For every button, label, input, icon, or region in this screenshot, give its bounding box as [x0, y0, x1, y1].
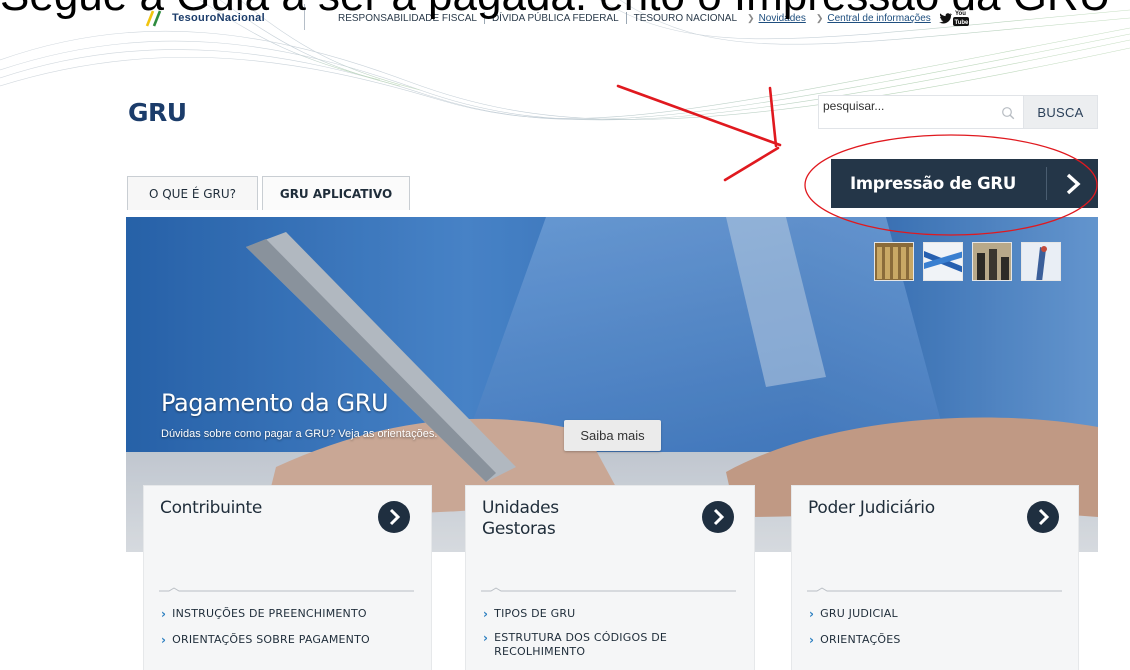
card-links: › GRU JUDICIAL › ORIENTAÇÕES	[809, 607, 1050, 659]
card-divider	[159, 587, 414, 592]
chevron-right-icon: ›	[483, 607, 489, 621]
card-link[interactable]: › ORIENTAÇÕES SOBRE PAGAMENTO	[161, 633, 402, 647]
card-link-label: ORIENTAÇÕES SOBRE PAGAMENTO	[172, 633, 370, 646]
card-link[interactable]: › GRU JUDICIAL	[809, 607, 1050, 621]
card-divider	[807, 587, 1062, 592]
card-title-line: Unidades	[482, 498, 559, 518]
card-link[interactable]: › ESTRUTURA DOS CÓDIGOS DE RECOLHIMENTO	[483, 631, 724, 659]
card-link-label: TIPOS DE GRU	[494, 607, 576, 620]
books-thumbnail[interactable]	[874, 242, 914, 281]
chevron-right-icon: ›	[161, 607, 167, 621]
chevron-right-icon	[1047, 159, 1098, 208]
hero-title: Pagamento da GRU	[161, 389, 389, 417]
hero-subtitle: Dúvidas sobre como pagar a GRU? Veja as …	[161, 428, 438, 440]
tab-o-que-e-gru[interactable]: O QUE É GRU?	[127, 176, 258, 210]
search-placeholder: pesquisar...	[823, 99, 885, 113]
tab-gru-aplicativo[interactable]: GRU APLICATIVO	[262, 176, 410, 210]
card-unidades-gestoras: Unidades Gestoras › TIPOS DE GRU › ESTRUTUR…	[466, 486, 754, 670]
card-divider	[481, 587, 736, 592]
building-thumbnail[interactable]	[972, 242, 1012, 281]
card-poder-judiciario: Poder Judiciário › GRU JUDICIAL › ORIENTAÇ…	[792, 486, 1078, 670]
chevron-right-icon: ›	[809, 607, 815, 621]
saiba-mais-button[interactable]: Saiba mais	[564, 420, 661, 451]
search-button[interactable]: BUSCA	[1024, 95, 1098, 129]
chevron-right-circle-icon[interactable]	[377, 500, 411, 534]
card-link-label: GRU JUDICIAL	[820, 607, 898, 620]
hero-thumbnails	[874, 242, 1061, 281]
search-input[interactable]: pesquisar...	[818, 95, 1024, 129]
card-title: Unidades Gestoras	[482, 498, 559, 540]
impressao-gru-button[interactable]: Impressão de GRU	[831, 159, 1098, 208]
card-link[interactable]: › ORIENTAÇÕES	[809, 633, 1050, 647]
card-contribuinte: Contribuinte › INSTRUÇÕES DE PREENCHIMENT…	[144, 486, 431, 670]
card-title-line: Poder Judiciário	[808, 498, 935, 518]
card-title-line: Contribuinte	[160, 498, 263, 518]
card-links: › TIPOS DE GRU › ESTRUTURA DOS CÓDIGOS DE …	[483, 607, 724, 669]
chevron-right-icon: ›	[161, 633, 167, 647]
figure-thumbnail[interactable]	[1021, 242, 1061, 281]
chevron-right-circle-icon[interactable]	[1026, 500, 1060, 534]
card-link-label: ESTRUTURA DOS CÓDIGOS DE RECOLHIMENTO	[494, 631, 668, 658]
card-title: Contribuinte	[160, 498, 262, 519]
card-link[interactable]: › TIPOS DE GRU	[483, 607, 724, 621]
chevron-right-icon: ›	[483, 631, 489, 645]
card-link-label: INSTRUÇÕES DE PREENCHIMENTO	[172, 607, 367, 620]
card-links: › INSTRUÇÕES DE PREENCHIMENTO › ORIENTAÇÕE…	[161, 607, 402, 659]
flag-thumbnail[interactable]	[923, 242, 963, 281]
page-title: GRU	[128, 98, 187, 127]
search-bar: pesquisar... BUSCA	[818, 95, 1098, 129]
search-icon[interactable]	[1001, 106, 1015, 120]
overlay-caption: Segue a Guia a ser a pagada. ento o Impr…	[0, 0, 1130, 22]
card-title-line: Gestoras	[482, 519, 556, 539]
card-link-label: ORIENTAÇÕES	[820, 633, 901, 646]
card-title: Poder Judiciário	[808, 498, 935, 519]
chevron-right-circle-icon[interactable]	[701, 500, 735, 534]
impressao-gru-label: Impressão de GRU	[850, 174, 1016, 193]
chevron-right-icon: ›	[809, 633, 815, 647]
card-link[interactable]: › INSTRUÇÕES DE PREENCHIMENTO	[161, 607, 402, 621]
